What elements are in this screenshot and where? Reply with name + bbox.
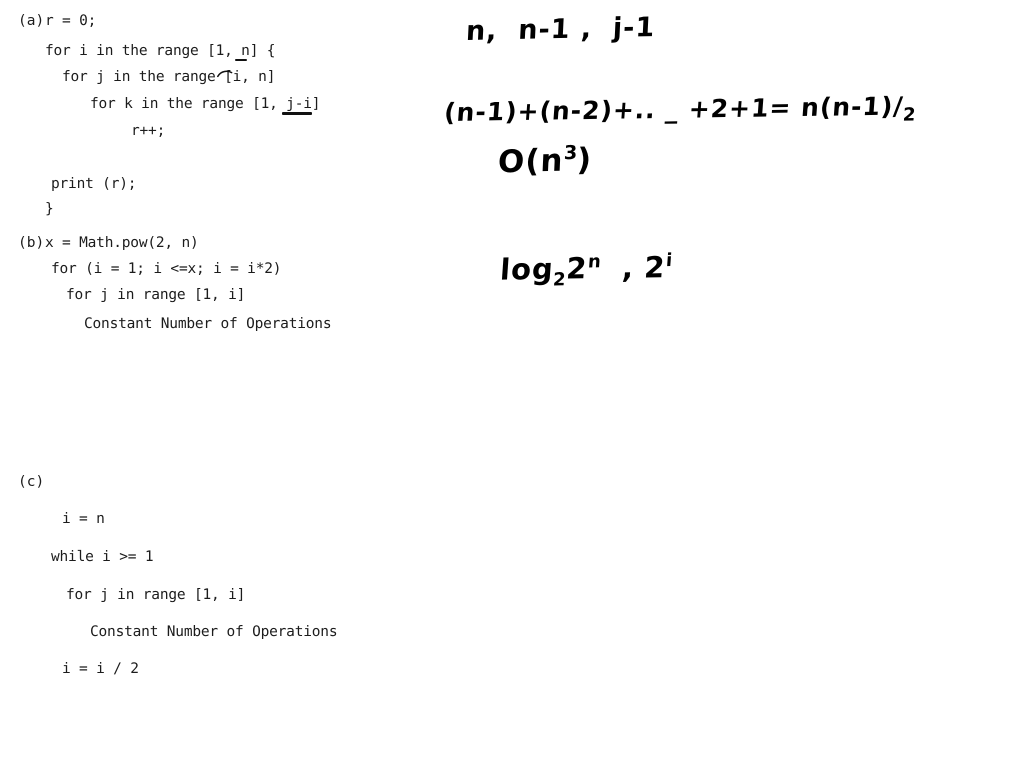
part-b-line-1: x = Math.pow(2, n) xyxy=(45,235,199,251)
annotation-line-3-prefix: O(n xyxy=(497,142,565,181)
pen-underline-n xyxy=(235,59,247,61)
part-a-line-7: } xyxy=(45,201,54,217)
annotation-line-2-denominator: 2 xyxy=(902,104,917,126)
part-c-line-3: for j in range [1, i] xyxy=(66,587,246,603)
annotation-line-4: log22n, 2i xyxy=(499,249,673,291)
part-c-line-4: Constant Number of Operations xyxy=(90,624,338,640)
annotation-line-3-suffix: ) xyxy=(576,141,593,179)
part-c-line-1: i = n xyxy=(62,511,105,527)
part-a-line-1: r = 0; xyxy=(45,13,97,29)
annotation-line-3-exponent: 3 xyxy=(563,140,578,165)
annotation-line-2: (n-1)+(n-2)+.. _ +2+1= n(n-1)/2 xyxy=(443,91,917,131)
annotation-second-two: 2 xyxy=(643,249,667,285)
annotation-comma: , xyxy=(621,250,636,285)
annotation-second-two-exponent: i xyxy=(665,249,673,272)
part-b-label: (b) xyxy=(18,235,45,251)
part-c-line-2: while i >= 1 xyxy=(51,549,154,565)
pen-arc-i xyxy=(217,63,233,82)
part-a-line-5: r++; xyxy=(131,123,166,139)
annotation-two: 2 xyxy=(565,251,589,286)
pen-arc-svg xyxy=(217,70,233,78)
part-a-line-2: for i in the range [1, n] { xyxy=(45,43,276,59)
part-b-line-3: for j in range [1, i] xyxy=(66,287,246,303)
part-b-line-4: Constant Number of Operations xyxy=(84,316,332,332)
annotation-line-3: O(n3) xyxy=(497,140,593,181)
part-c-label: (c) xyxy=(18,474,45,490)
annotation-log-text: log xyxy=(499,251,556,287)
worksheet-page: (a) r = 0; for i in the range [1, n] { f… xyxy=(0,0,1024,768)
annotation-line-2-prefix: (n-1)+(n-2)+.. _ +2+1= n(n-1)/ xyxy=(443,91,905,128)
part-b-line-2: for (i = 1; i <=x; i = i*2) xyxy=(51,261,282,277)
part-c-line-5: i = i / 2 xyxy=(62,661,139,677)
annotation-log-base: 2 xyxy=(552,269,567,291)
part-a-line-6: print (r); xyxy=(51,176,137,192)
part-a-line-4: for k in the range [1, j-i] xyxy=(90,96,321,112)
part-a-line-3: for j in the range [i, n] xyxy=(62,69,276,85)
pen-underline-j-minus-i xyxy=(282,112,312,116)
part-a-label: (a) xyxy=(18,13,45,29)
annotation-line-1: n, n-1 , j-1 xyxy=(465,12,656,48)
